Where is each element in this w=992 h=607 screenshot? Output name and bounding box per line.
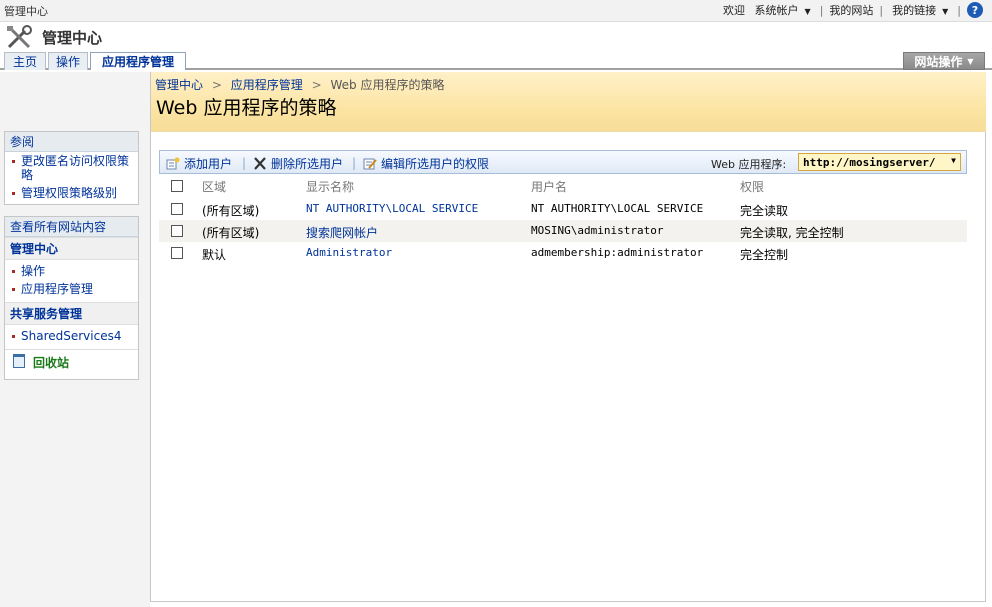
user-name-cell: NT AUTHORITY\LOCAL SERVICE bbox=[531, 202, 704, 215]
page-header-banner: 管理中心 > 应用程序管理 > Web 应用程序的策略 Web 应用程序的策略 bbox=[151, 72, 986, 132]
permissions-cell: 完全控制 bbox=[740, 248, 789, 262]
recycle-bin-icon bbox=[13, 354, 25, 368]
add-users-button[interactable]: 添加用户 bbox=[166, 155, 232, 172]
chevron-down-icon: ▼ bbox=[942, 7, 949, 16]
permissions-cell: 完全读取, 完全控制 bbox=[740, 226, 844, 240]
tools-icon bbox=[7, 25, 32, 49]
site-actions-label: 网站操作 bbox=[914, 54, 963, 69]
column-header-permissions[interactable]: 权限 bbox=[740, 178, 764, 195]
zone-cell: 默认 bbox=[202, 248, 227, 262]
add-user-icon bbox=[166, 157, 180, 170]
web-app-selector[interactable]: http://mosingserver/ ▼ bbox=[798, 153, 961, 171]
toolbar-separator: | bbox=[242, 156, 247, 170]
column-header-zone[interactable]: 区域 bbox=[202, 178, 226, 195]
edit-permissions-button[interactable]: 编辑所选用户的权限 bbox=[363, 155, 489, 172]
column-header-user-name[interactable]: 用户名 bbox=[531, 178, 567, 195]
row-checkbox[interactable] bbox=[171, 225, 183, 237]
delete-icon bbox=[254, 157, 266, 170]
breadcrumb-separator: > bbox=[311, 78, 322, 92]
site-actions-menu[interactable]: 网站操作 ▼ bbox=[903, 52, 985, 70]
edit-permissions-label: 编辑所选用户的权限 bbox=[381, 157, 490, 171]
see-also-heading: 参阅 bbox=[5, 132, 138, 152]
permissions-cell: 完全读取 bbox=[740, 204, 789, 218]
nav-heading-shared-services[interactable]: 共享服务管理 bbox=[5, 302, 138, 325]
view-all-site-content[interactable]: 查看所有网站内容 bbox=[5, 217, 138, 237]
display-name-link[interactable]: NT AUTHORITY\LOCAL SERVICE bbox=[306, 202, 478, 215]
my-links-label: 我的链接 bbox=[892, 4, 937, 17]
add-users-label: 添加用户 bbox=[184, 157, 233, 171]
table-row: (所有区域) NT AUTHORITY\LOCAL SERVICE NT AUT… bbox=[159, 198, 967, 220]
column-header-display-name[interactable]: 显示名称 bbox=[306, 178, 354, 195]
table-row: (所有区域) 搜索爬网帐户 MOSING\administrator 完全读取,… bbox=[159, 220, 967, 242]
zone-cell: (所有区域) bbox=[202, 226, 260, 240]
chevron-down-icon: ▼ bbox=[804, 7, 811, 16]
top-bar: 管理中心 欢迎 系统帐户 ▼ | 我的网站 | 我的链接 ▼ | ? bbox=[0, 0, 992, 22]
breadcrumb: 管理中心 > 应用程序管理 > Web 应用程序的策略 bbox=[155, 76, 444, 93]
delete-selected-users-label: 删除所选用户 bbox=[271, 157, 344, 171]
welcome-menu[interactable]: 欢迎 系统帐户 ▼ bbox=[720, 2, 814, 18]
divider: | bbox=[879, 3, 884, 17]
display-name-link[interactable]: Administrator bbox=[306, 246, 392, 259]
breadcrumb-separator: > bbox=[211, 78, 222, 92]
app-title: 管理中心 bbox=[42, 29, 103, 47]
breadcrumb-central-admin[interactable]: 管理中心 bbox=[155, 78, 203, 92]
title-bar: 管理中心 bbox=[0, 22, 992, 52]
row-checkbox[interactable] bbox=[171, 203, 183, 215]
nav-item-app-management[interactable]: 应用程序管理 bbox=[5, 280, 138, 298]
welcome-text: 欢迎 bbox=[723, 4, 746, 17]
user-name-cell: admembership:administrator bbox=[531, 246, 704, 259]
tab-operations[interactable]: 操作 bbox=[48, 52, 88, 70]
display-name-link[interactable]: 搜索爬网帐户 bbox=[306, 224, 378, 241]
tab-application-management[interactable]: 应用程序管理 bbox=[90, 52, 186, 70]
table-row: 默认 Administrator admembership:administra… bbox=[159, 242, 967, 264]
toolbar-separator: | bbox=[352, 156, 357, 170]
tab-bar: 主页 操作 应用程序管理 bbox=[0, 52, 992, 70]
table-header-row: 区域 显示名称 用户名 权限 bbox=[159, 175, 967, 197]
web-app-label: Web 应用程序: bbox=[711, 158, 787, 171]
edit-icon bbox=[363, 158, 377, 170]
left-navigation: 参阅 更改匿名访问权限策略 管理权限策略级别 查看所有网站内容 管理中心 操作 … bbox=[0, 72, 150, 607]
delete-selected-users-button[interactable]: 删除所选用户 bbox=[253, 155, 343, 172]
tab-home[interactable]: 主页 bbox=[4, 52, 46, 70]
divider: | bbox=[957, 3, 961, 17]
recycle-bin-link[interactable]: 回收站 bbox=[5, 349, 138, 379]
nav-item-shared-services4[interactable]: SharedServices4 bbox=[5, 327, 138, 345]
page-title: Web 应用程序的策略 bbox=[156, 97, 337, 119]
breadcrumb-app-management[interactable]: 应用程序管理 bbox=[231, 78, 303, 92]
top-bar-right: 欢迎 系统帐户 ▼ | 我的网站 | 我的链接 ▼ | ? bbox=[717, 2, 986, 18]
account-name: 系统帐户 bbox=[754, 4, 799, 17]
main-content: 管理中心 > 应用程序管理 > Web 应用程序的策略 Web 应用程序的策略 … bbox=[150, 72, 986, 602]
my-links-menu[interactable]: 我的链接 ▼ bbox=[889, 2, 951, 18]
breadcrumb-current: Web 应用程序的策略 bbox=[330, 78, 445, 92]
web-app-value: http://mosingserver/ bbox=[803, 156, 936, 169]
help-icon[interactable]: ? bbox=[967, 2, 983, 18]
nav-heading-central-admin[interactable]: 管理中心 bbox=[5, 237, 138, 260]
chevron-down-icon: ▼ bbox=[967, 56, 974, 66]
policy-toolbar: 添加用户 | 删除所选用户 | 编辑所选用户的权限 Web 应用程序: http… bbox=[159, 150, 967, 174]
zone-cell: (所有区域) bbox=[202, 204, 260, 218]
chevron-down-icon: ▼ bbox=[951, 156, 956, 165]
recycle-bin-label: 回收站 bbox=[33, 356, 70, 370]
nav-item-operations[interactable]: 操作 bbox=[5, 262, 138, 280]
divider: | bbox=[819, 3, 824, 17]
quick-launch-panel: 查看所有网站内容 管理中心 操作 应用程序管理 共享服务管理 SharedSer… bbox=[4, 216, 139, 380]
nav-item-anonymous-policy[interactable]: 更改匿名访问权限策略 bbox=[5, 152, 138, 184]
see-also-panel: 参阅 更改匿名访问权限策略 管理权限策略级别 bbox=[4, 131, 139, 205]
row-checkbox[interactable] bbox=[171, 247, 183, 259]
site-name[interactable]: 管理中心 bbox=[4, 3, 48, 19]
nav-item-permission-policy[interactable]: 管理权限策略级别 bbox=[5, 184, 138, 204]
select-all-checkbox[interactable] bbox=[171, 180, 183, 192]
my-site-link[interactable]: 我的网站 bbox=[829, 2, 873, 18]
user-name-cell: MOSING\administrator bbox=[531, 224, 664, 237]
